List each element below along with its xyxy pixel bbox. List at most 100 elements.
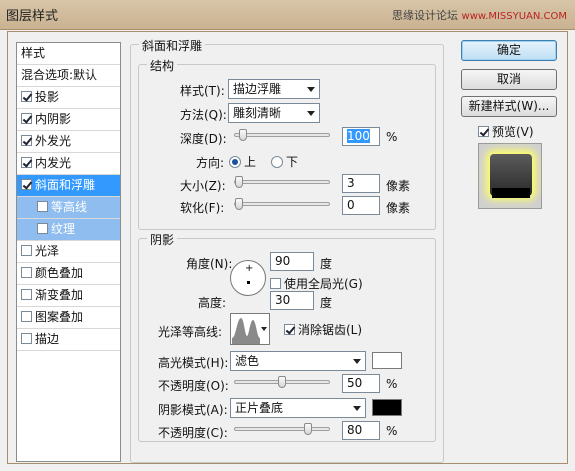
highlight-opacity-thumb[interactable] [278, 376, 286, 388]
style-list-item[interactable]: 渐变叠加 [17, 285, 120, 307]
checkbox-checked-icon[interactable] [21, 179, 32, 190]
checkbox-checked-icon[interactable] [21, 91, 32, 102]
depth-slider[interactable] [234, 129, 330, 141]
cancel-button[interactable]: 取消 [461, 69, 557, 90]
title-bar[interactable]: 图层样式 思缘设计论坛 www.MISSYUAN.COM [0, 0, 575, 30]
soften-input[interactable]: 0 [342, 196, 380, 215]
highlight-opacity-slider[interactable] [234, 376, 330, 388]
highlight-color-swatch[interactable] [372, 352, 402, 369]
new-style-button[interactable]: 新建样式(W)... [461, 96, 557, 117]
preview-checkbox[interactable]: 预览(V) [478, 123, 534, 140]
radio-off-icon [271, 156, 283, 168]
highlight-opacity-input[interactable]: 50 [342, 374, 380, 393]
size-input[interactable]: 3 [342, 174, 380, 193]
style-list: 样式 混合选项:默认 投影 内阴影外发光内发光斜面和浮雕等高线纹理 光泽颜色叠加渐变… [16, 42, 121, 462]
checkbox-checked-icon [478, 126, 489, 137]
checkbox-icon[interactable] [21, 289, 32, 300]
shadow-mode-select[interactable]: 正片叠底 [230, 398, 366, 418]
style-list-item-label: 颜色叠加 [35, 266, 84, 280]
style-list-item-label: 描边 [35, 332, 60, 346]
style-list-item[interactable]: 内阴影 [17, 109, 120, 131]
highlight-opacity-unit: % [386, 377, 398, 391]
style-list-item[interactable]: 投影 [17, 87, 120, 109]
style-list-item[interactable]: 图案叠加 [17, 307, 120, 329]
style-list-item-label: 等高线 [51, 200, 88, 214]
style-list-item[interactable]: 内发光 [17, 153, 120, 175]
chevron-down-icon [307, 111, 315, 116]
checkbox-icon[interactable] [21, 311, 32, 322]
style-list-item-label: 内发光 [35, 156, 72, 170]
altitude-input[interactable]: 30 [270, 291, 314, 310]
angle-unit: 度 [320, 257, 333, 271]
depth-slider-thumb[interactable] [239, 129, 247, 141]
checkbox-icon[interactable] [37, 201, 48, 212]
technique-select[interactable]: 雕刻清晰 [228, 103, 320, 123]
direction-label: 方向: [196, 156, 225, 170]
size-unit: 像素 [386, 179, 411, 193]
style-list-header[interactable]: 样式 [17, 43, 120, 65]
checkbox-checked-icon[interactable] [21, 135, 32, 146]
checkbox-icon[interactable] [21, 333, 32, 344]
style-list-item[interactable]: 斜面和浮雕 [17, 175, 120, 197]
depth-input[interactable]: 100 [342, 127, 380, 146]
global-light-checkbox[interactable]: 使用全局光(G) [270, 275, 363, 292]
style-label: 样式(T): [180, 84, 225, 98]
bevel-emboss-title: 斜面和浮雕 [139, 37, 206, 54]
altitude-unit: 度 [320, 296, 333, 310]
technique-select-value: 雕刻清晰 [233, 106, 282, 120]
size-slider-thumb[interactable] [235, 176, 243, 188]
checkbox-icon [270, 278, 281, 289]
checkbox-checked-icon [284, 324, 295, 335]
depth-unit: % [386, 130, 398, 144]
shadow-opacity-input[interactable]: 80 [342, 421, 380, 440]
style-preview [478, 143, 542, 209]
shadow-opacity-thumb[interactable] [304, 423, 312, 435]
style-list-item[interactable]: 描边 [17, 329, 120, 351]
size-slider[interactable] [234, 176, 330, 188]
angle-input[interactable]: 90 [270, 252, 314, 271]
antialias-checkbox[interactable]: 消除锯齿(L) [284, 321, 362, 338]
size-label: 大小(Z): [180, 179, 226, 193]
style-list-item[interactable]: 颜色叠加 [17, 263, 120, 285]
shadow-color-swatch[interactable] [372, 399, 402, 416]
altitude-label: 高度: [198, 296, 227, 310]
shading-title: 阴影 [147, 231, 178, 248]
direction-up-radio[interactable]: 上 [229, 153, 256, 170]
ok-button[interactable]: 确定 [461, 40, 557, 61]
gloss-contour-picker[interactable] [230, 313, 270, 345]
soften-unit: 像素 [386, 201, 411, 215]
highlight-mode-select[interactable]: 滤色 [230, 351, 366, 371]
checkbox-icon[interactable] [37, 223, 48, 234]
checkbox-icon[interactable] [21, 245, 32, 256]
layer-style-dialog: 样式 混合选项:默认 投影 内阴影 外发光 内发光 斜面和浮雕 等高线 纹理 光泽 颜色叠加 渐变… [7, 31, 568, 464]
style-list-item[interactable]: 纹理 [17, 219, 120, 241]
blend-options-item[interactable]: 混合选项:默认 [17, 65, 120, 87]
style-list-item[interactable]: 等高线 [17, 197, 120, 219]
angle-label: 角度(N): [186, 257, 233, 271]
checkbox-checked-icon[interactable] [21, 113, 32, 124]
soften-slider-thumb[interactable] [235, 198, 243, 210]
shadow-opacity-value: 80 [347, 423, 363, 437]
style-select[interactable]: 描边浮雕 [228, 79, 320, 99]
global-light-label: 使用全局光(G) [284, 277, 363, 291]
style-list-item-label: 斜面和浮雕 [35, 178, 96, 192]
shadow-opacity-slider[interactable] [234, 423, 330, 435]
soften-value: 0 [347, 198, 355, 212]
gloss-contour-label: 光泽等高线: [158, 325, 223, 339]
angle-dial[interactable]: + [230, 260, 266, 296]
contour-curve-icon [232, 318, 260, 344]
style-list-item-label: 外发光 [35, 134, 72, 148]
checkbox-checked-icon[interactable] [21, 157, 32, 168]
shadow-opacity-label: 不透明度(C): [158, 426, 228, 440]
direction-down-radio[interactable]: 下 [271, 153, 298, 170]
highlight-opacity-value: 50 [347, 376, 363, 390]
chevron-down-icon [261, 327, 267, 331]
crosshair-icon: + [245, 263, 254, 274]
style-list-item[interactable]: 外发光 [17, 131, 120, 153]
soften-slider[interactable] [234, 198, 330, 210]
watermark-en: www.MISSYUAN.COM [461, 11, 567, 22]
style-list-item[interactable]: 光泽 [17, 241, 120, 263]
style-list-item-label: 渐变叠加 [35, 288, 84, 302]
shadow-mode-label: 阴影模式(A): [158, 403, 228, 417]
checkbox-icon[interactable] [21, 267, 32, 278]
